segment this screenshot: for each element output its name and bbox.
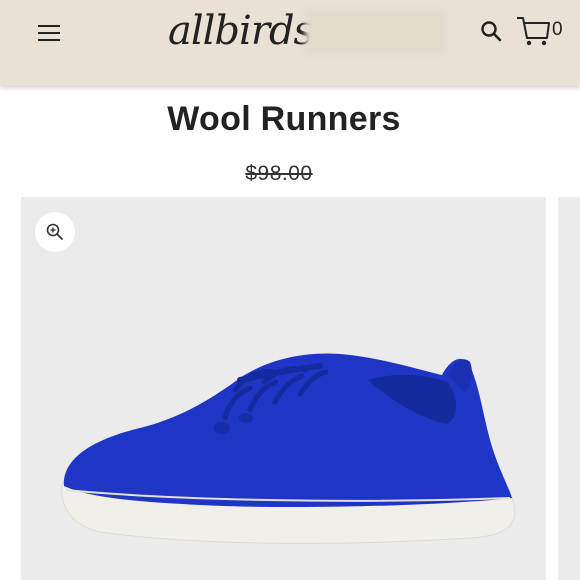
product-title: Wool Runners	[167, 100, 401, 138]
allbirds-logo[interactable]: allbirds	[168, 6, 314, 56]
zoom-button[interactable]	[35, 212, 75, 252]
cart-button[interactable]	[515, 14, 551, 48]
hamburger-menu-button[interactable]	[34, 20, 64, 46]
cart-icon	[517, 17, 550, 46]
cart-count: 0	[552, 19, 563, 40]
site-header: allbirds 0	[0, 0, 580, 86]
product-price: $98.00	[245, 162, 313, 185]
menu-line	[38, 39, 60, 41]
search-button[interactable]	[478, 18, 506, 46]
blurred-overlay	[305, 10, 445, 54]
menu-line	[38, 32, 60, 34]
product-shoe-image	[61, 353, 516, 544]
next-image-panel[interactable]	[558, 197, 580, 580]
zoom-in-icon	[46, 223, 63, 240]
menu-line	[38, 25, 60, 27]
search-icon	[481, 21, 502, 42]
